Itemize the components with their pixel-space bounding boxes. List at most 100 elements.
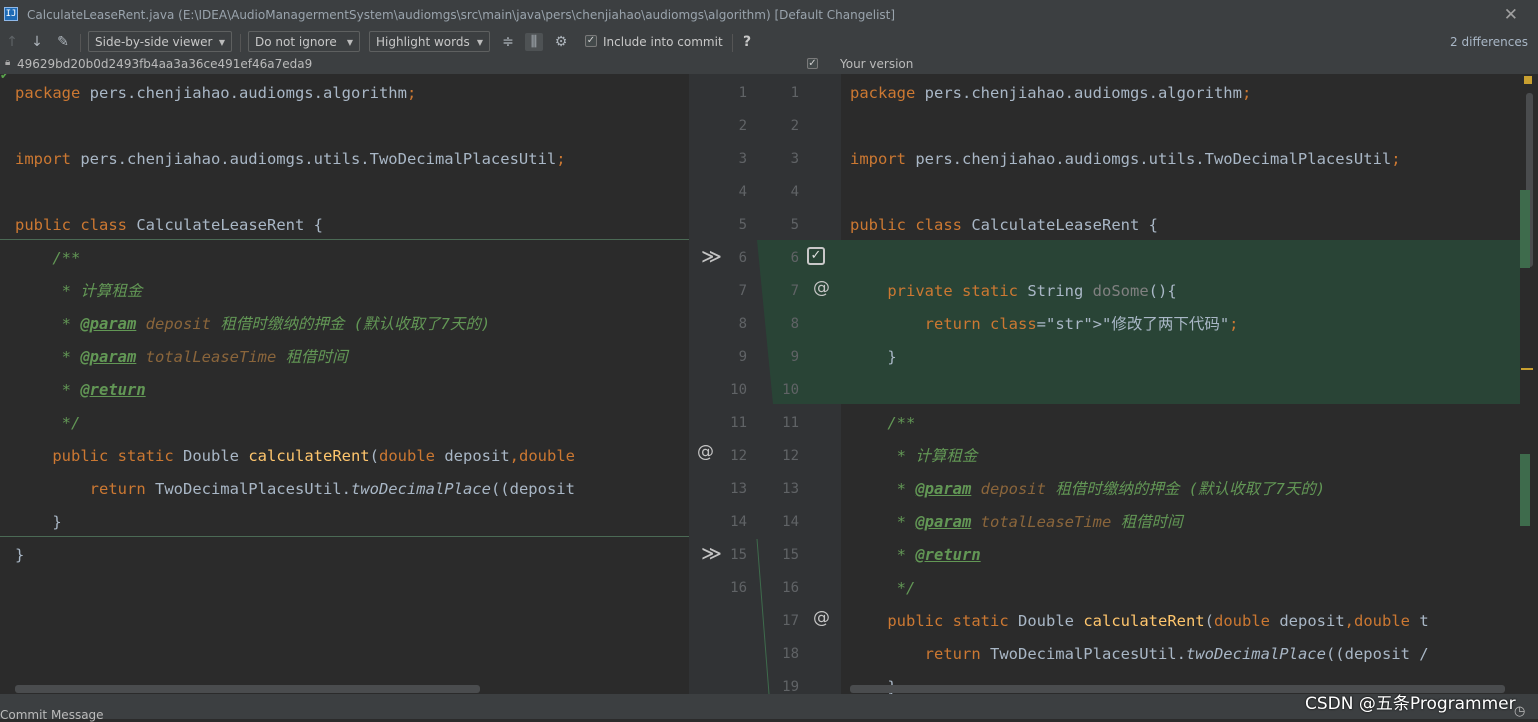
left-code-line[interactable]: */ bbox=[15, 407, 81, 440]
left-revision-hash: 49629bd20b0d2493fb4aa3a36ce491ef46a7eda9 bbox=[17, 57, 313, 71]
insertion-marker-line bbox=[0, 536, 689, 537]
include-commit-checkbox[interactable]: ✓ bbox=[585, 35, 597, 47]
diff-toolbar: ↑ ↓ ✎ Side-by-side viewer ▼ Do not ignor… bbox=[0, 30, 1538, 55]
window-title: CalculateLeaseRent.java (E:\IDEA\AudioMa… bbox=[27, 8, 896, 22]
right-code-line[interactable]: return TwoDecimalPlacesUtil.twoDecimalPl… bbox=[850, 638, 1429, 671]
right-code-line[interactable]: */ bbox=[850, 572, 916, 605]
left-code-line[interactable]: public class CalculateLeaseRent { bbox=[15, 209, 323, 242]
left-line-number: 12 bbox=[730, 448, 747, 464]
right-line-number: 1 bbox=[790, 85, 799, 101]
right-line-number: 8 bbox=[790, 316, 799, 332]
right-code-line[interactable]: * @param totalLeaseTime 租借时间 bbox=[850, 506, 1183, 539]
title-bar: IJ CalculateLeaseRent.java (E:\IDEA\Audi… bbox=[0, 0, 1538, 30]
chevron-down-icon: ▼ bbox=[476, 38, 483, 47]
right-code-line[interactable]: public class CalculateLeaseRent { bbox=[850, 209, 1158, 242]
right-code-line[interactable]: * 计算租金 bbox=[850, 440, 978, 473]
diff-gutter: 1 2 3 4 5 6 7 8 9 10 11 12 13 14 15 16 1 2 3 4 5 6 7 8 9 10 11 12 1… bbox=[689, 74, 841, 695]
right-line-number: 17 bbox=[782, 613, 799, 629]
left-code-line[interactable]: * @return bbox=[15, 374, 146, 407]
annotation-at-icon: @ bbox=[813, 278, 830, 298]
right-line-number: 15 bbox=[782, 547, 799, 563]
previous-difference-icon[interactable]: ↑ bbox=[3, 33, 21, 51]
viewer-mode-dropdown[interactable]: Side-by-side viewer ▼ bbox=[88, 31, 232, 52]
intellij-app-icon: IJ bbox=[4, 7, 18, 21]
toolbar-separator bbox=[240, 34, 241, 52]
apply-change-icon[interactable]: ≫ bbox=[701, 541, 722, 565]
right-code-line[interactable]: package pers.chenjiahao.audiomgs.algorit… bbox=[850, 77, 1251, 110]
edit-source-icon[interactable]: ✎ bbox=[54, 33, 72, 51]
chevron-down-icon: ▼ bbox=[218, 38, 225, 47]
left-line-number: 13 bbox=[730, 481, 747, 497]
synchronize-scrolling-icon[interactable]: ⫼ bbox=[525, 33, 543, 51]
right-line-number: 14 bbox=[782, 514, 799, 530]
ignore-mode-label: Do not ignore bbox=[255, 35, 337, 49]
right-line-number: 13 bbox=[782, 481, 799, 497]
left-code-line[interactable]: } bbox=[15, 539, 24, 572]
right-line-number: 4 bbox=[790, 184, 799, 200]
right-code-line[interactable]: * @return bbox=[850, 539, 981, 572]
toolbar-separator bbox=[80, 34, 81, 52]
left-line-number: 10 bbox=[730, 382, 747, 398]
left-line-number: 14 bbox=[730, 514, 747, 530]
right-line-number: 2 bbox=[790, 118, 799, 134]
change-stripe-marker bbox=[1520, 190, 1530, 268]
help-icon[interactable]: ? bbox=[738, 33, 756, 51]
right-line-number: 7 bbox=[790, 283, 799, 299]
right-version-title: Your version bbox=[840, 57, 914, 71]
right-code-line[interactable]: public static Double calculateRent(doubl… bbox=[850, 605, 1428, 638]
right-line-number: 6 bbox=[790, 250, 799, 266]
include-change-checkbox[interactable]: ✓ bbox=[807, 247, 825, 265]
left-editor-pane[interactable]: ✔ package pers.chenjiahao.audiomgs.algor… bbox=[0, 74, 689, 694]
include-commit-label: Include into commit bbox=[603, 35, 723, 49]
diff-connector bbox=[756, 240, 841, 694]
left-code-line[interactable]: public static Double calculateRent(doubl… bbox=[15, 440, 575, 473]
left-code-line[interactable]: package pers.chenjiahao.audiomgs.algorit… bbox=[15, 77, 416, 110]
right-code-line[interactable]: private static String doSome(){ bbox=[850, 275, 1176, 308]
right-line-number: 18 bbox=[782, 646, 799, 662]
left-horizontal-scrollbar[interactable] bbox=[15, 685, 480, 693]
ignore-mode-dropdown[interactable]: Do not ignore ▼ bbox=[248, 31, 360, 52]
right-line-number: 10 bbox=[782, 382, 799, 398]
apply-change-icon[interactable]: ≫ bbox=[701, 244, 722, 268]
right-code-line[interactable]: * @param deposit 租借时缴纳的押金 (默认收取了7天的) bbox=[850, 473, 1326, 506]
left-marker-strip bbox=[0, 74, 8, 694]
next-difference-icon[interactable]: ↓ bbox=[28, 33, 46, 51]
right-code-line[interactable]: /** bbox=[850, 407, 915, 440]
left-code-line[interactable]: * 计算租金 bbox=[15, 275, 143, 308]
left-code-line[interactable]: /** bbox=[15, 242, 80, 275]
lock-icon: 🔒︎ bbox=[5, 57, 11, 68]
change-stripe-marker bbox=[1520, 454, 1530, 526]
diff-headers: 🔒︎ 49629bd20b0d2493fb4aa3a36ce491ef46a7e… bbox=[0, 55, 1538, 74]
chevron-down-icon: ▼ bbox=[346, 38, 353, 47]
right-code-line[interactable]: return class="str">"修改了两下代码"; bbox=[850, 308, 1239, 341]
differences-count: 2 differences bbox=[1450, 35, 1528, 49]
right-code-line[interactable]: import pers.chenjiahao.audiomgs.utils.Tw… bbox=[850, 143, 1401, 176]
left-code-line[interactable]: } bbox=[15, 506, 61, 539]
annotation-at-icon: @ bbox=[813, 608, 830, 628]
right-code-line[interactable]: } bbox=[850, 341, 896, 374]
left-line-number: 11 bbox=[730, 415, 747, 431]
left-code-line[interactable]: import pers.chenjiahao.audiomgs.utils.Tw… bbox=[15, 143, 566, 176]
left-line-number: 5 bbox=[738, 217, 747, 233]
highlight-mode-label: Highlight words bbox=[376, 35, 470, 49]
right-line-number: 16 bbox=[782, 580, 799, 596]
inspection-status-icon bbox=[1524, 76, 1532, 84]
gear-icon[interactable]: ⚙ bbox=[552, 33, 570, 51]
commit-message-label: Commit Message bbox=[0, 708, 104, 722]
left-line-number: 9 bbox=[738, 349, 747, 365]
right-editor-pane[interactable]: package pers.chenjiahao.audiomgs.algorit… bbox=[841, 74, 1538, 694]
right-line-number: 12 bbox=[782, 448, 799, 464]
left-code-line[interactable]: * @param deposit 租借时缴纳的押金 (默认收取了7天的) bbox=[15, 308, 491, 341]
right-line-number: 9 bbox=[790, 349, 799, 365]
viewer-mode-label: Side-by-side viewer bbox=[95, 35, 213, 49]
close-icon[interactable]: ✕ bbox=[1504, 5, 1518, 25]
clock-icon: ◷ bbox=[1514, 704, 1526, 719]
left-line-number: 1 bbox=[738, 85, 747, 101]
select-all-checkbox[interactable]: ✓ bbox=[807, 58, 818, 69]
highlight-mode-dropdown[interactable]: Highlight words ▼ bbox=[369, 31, 490, 52]
left-code-line[interactable]: * @param totalLeaseTime 租借时间 bbox=[15, 341, 348, 374]
toolbar-separator bbox=[732, 34, 733, 52]
left-code-line[interactable]: return TwoDecimalPlacesUtil.twoDecimalPl… bbox=[15, 473, 575, 506]
right-line-number: 11 bbox=[782, 415, 799, 431]
collapse-unchanged-icon[interactable]: ≑ bbox=[499, 33, 517, 51]
